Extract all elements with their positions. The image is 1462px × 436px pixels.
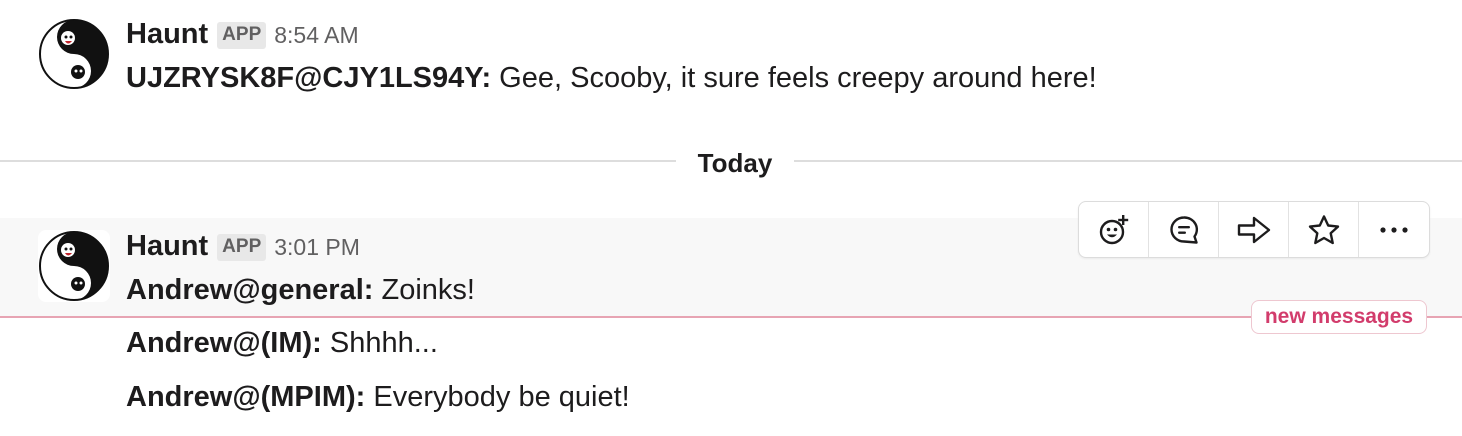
day-divider-line-left [0,160,676,162]
message-author: Andrew@(IM): [126,327,322,359]
message-actions-toolbar [1078,201,1430,258]
message-header: Haunt APP 3:01 PM [126,230,360,264]
new-messages-divider [0,316,1462,318]
day-divider-label[interactable]: Today [676,148,794,179]
message-author: Andrew@(MPIM): [126,381,366,413]
more-actions-button[interactable] [1359,202,1429,257]
haunt-avatar[interactable] [38,18,110,90]
message-author: Andrew@general: [126,274,374,306]
message-author: UJZRYSK8F@CJY1LS94Y: [126,62,492,94]
message-body: Everybody be quiet! [365,381,630,413]
message-pane: Haunt APP 8:54 AM UJZRYSK8F@CJY1LS94Y: G… [0,0,1462,436]
day-divider-line-right [794,160,1462,162]
sender-name[interactable]: Haunt [126,18,208,51]
star-message-button[interactable] [1289,202,1359,257]
share-message-button[interactable] [1219,202,1289,257]
message-header: Haunt APP 8:54 AM [126,18,359,52]
message-timestamp[interactable]: 8:54 AM [274,22,358,49]
sender-name[interactable]: Haunt [126,230,208,263]
share-message-icon [1237,216,1270,243]
message-body: Shhhh... [321,327,438,359]
add-reaction-icon [1099,214,1128,244]
message-body: Gee, Scooby, it sure feels creepy around… [491,62,1097,94]
message-timestamp[interactable]: 3:01 PM [274,234,360,261]
more-actions-icon [1380,226,1408,233]
message-text: UJZRYSK8F@CJY1LS94Y: Gee, Scooby, it sur… [126,62,1097,95]
star-icon [1308,214,1339,244]
app-badge: APP [217,22,267,49]
haunt-avatar[interactable] [38,230,110,302]
message-text: Andrew@(IM): Shhhh... [126,327,438,360]
yin-yang-ghost-icon [39,19,109,89]
app-badge: APP [217,234,267,261]
message-body: Zoinks! [373,274,475,306]
yin-yang-ghost-icon [39,231,109,301]
new-messages-label: new messages [1251,300,1427,334]
reply-thread-button[interactable] [1149,202,1219,257]
add-reaction-button[interactable] [1079,202,1149,257]
reply-thread-icon [1169,215,1198,244]
message-text: Andrew@general: Zoinks! [126,274,475,307]
message-text: Andrew@(MPIM): Everybody be quiet! [126,381,630,414]
